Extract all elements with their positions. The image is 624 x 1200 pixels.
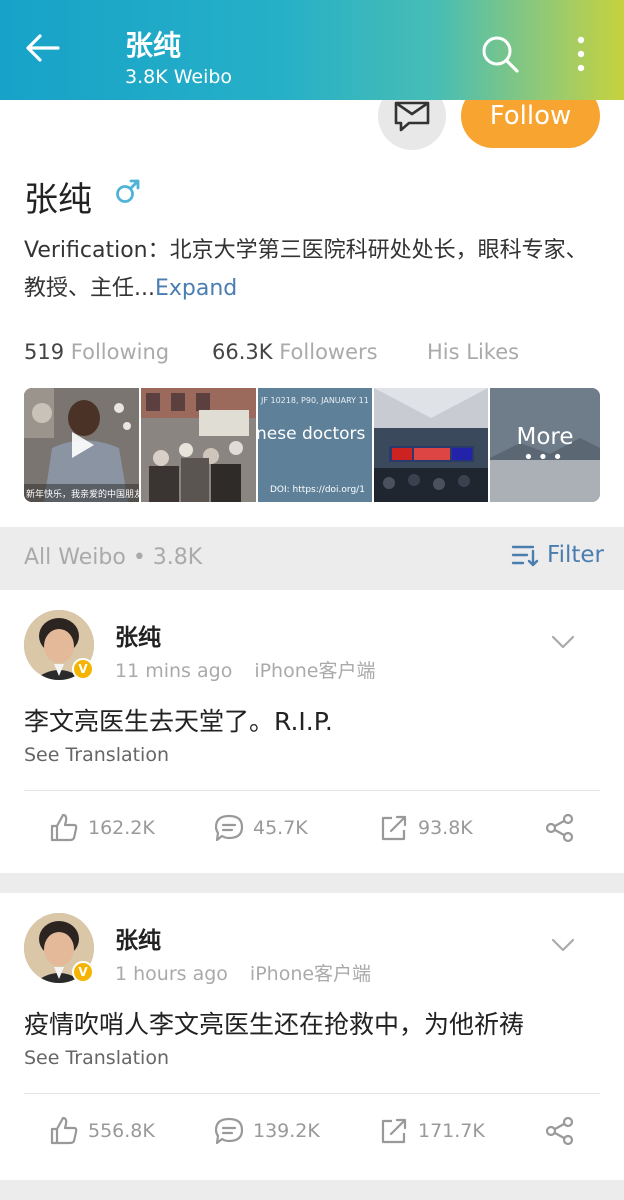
verification-text: Verification：北京大学第三医院科研处处长，眼科专家、教授、主任...… — [24, 232, 604, 308]
share-button[interactable] — [544, 1115, 576, 1147]
see-translation-link[interactable]: See Translation — [24, 744, 169, 766]
share-button[interactable] — [544, 812, 576, 844]
back-button[interactable] — [22, 28, 72, 72]
comment-icon — [214, 1117, 244, 1145]
more-options-button[interactable] — [566, 32, 596, 76]
photo-thumbnail-more[interactable]: More ••• — [490, 388, 600, 502]
thumbs-up-icon — [50, 1116, 78, 1145]
post-source: iPhone客户端 — [249, 963, 372, 985]
following-label: Following — [70, 340, 170, 364]
video-subtitle: 新年快乐，我亲爱的中国朋友们 — [26, 490, 139, 500]
post-actions: 162.2K 45.7K 93.8K — [0, 812, 624, 852]
search-icon — [482, 36, 519, 73]
following-count: 519 — [24, 340, 65, 364]
photo-thumbnail-crowd[interactable] — [141, 388, 256, 502]
share-icon — [545, 813, 574, 843]
app-header: 张纯 3.8K Weibo — [0, 0, 624, 100]
verified-badge-icon: V — [72, 961, 94, 983]
photo-thumbnail-station[interactable] — [374, 388, 488, 502]
header-username: 张纯 — [125, 29, 182, 62]
section-title: All Weibo • 3.8K — [24, 545, 202, 570]
weibo-post[interactable]: V 张纯 11 mins ago iPhone客户端 李文亮医生去天堂了。R.I.… — [0, 590, 624, 873]
expand-link[interactable]: Expand — [155, 276, 237, 301]
post-separator — [0, 873, 624, 893]
more-dots-icon: ••• — [523, 447, 567, 468]
followers-stat[interactable]: 66.3K Followers — [212, 340, 378, 364]
post-meta: 11 mins ago iPhone客户端 — [115, 656, 375, 683]
like-button[interactable]: 162.2K — [48, 812, 155, 844]
weibo-profile-page: 张纯 3.8K Weibo Follow 张纯 Verification：北京大… — [0, 0, 624, 1200]
post-separator — [0, 1180, 624, 1200]
section-count: 3.8K — [152, 545, 203, 570]
comment-button[interactable]: 45.7K — [213, 812, 308, 844]
repost-count: 93.8K — [418, 817, 473, 839]
like-count: 162.2K — [88, 817, 155, 839]
kebab-menu-icon — [577, 36, 585, 72]
photo-strip: 新年快乐，我亲爱的中国朋友们 JF 10 — [24, 388, 600, 502]
photo-thumbnail-article[interactable]: JF 10218, P90, JANUARY 11 nese doctors D… — [258, 388, 372, 502]
section-separator: • — [132, 545, 153, 570]
message-icon — [394, 101, 430, 132]
article-doi: DOI: https://doi.org/1 — [270, 485, 365, 495]
repost-icon — [381, 815, 407, 841]
post-text: 李文亮医生去天堂了。R.I.P. — [24, 707, 333, 736]
likes-stat[interactable]: His Likes — [427, 340, 519, 364]
chevron-down-icon[interactable] — [550, 632, 576, 652]
crowd-photo-image — [141, 388, 256, 502]
comment-count: 139.2K — [253, 1120, 320, 1142]
post-meta: 1 hours ago iPhone客户端 — [115, 959, 371, 986]
followers-count: 66.3K — [212, 340, 273, 364]
share-icon — [545, 1116, 574, 1146]
photo-thumbnail-video[interactable]: 新年快乐，我亲爱的中国朋友们 — [24, 388, 139, 502]
see-translation-link[interactable]: See Translation — [24, 1047, 169, 1069]
article-header-text: JF 10218, P90, JANUARY 11 — [261, 396, 369, 405]
comment-button[interactable]: 139.2K — [213, 1115, 320, 1147]
post-time: 1 hours ago — [115, 963, 228, 985]
likes-label: His Likes — [427, 340, 520, 364]
post-divider — [24, 790, 600, 791]
station-photo-image — [374, 388, 488, 502]
post-author[interactable]: 张纯 — [115, 618, 161, 652]
comment-icon — [214, 814, 244, 842]
repost-icon — [381, 1118, 407, 1144]
post-actions: 556.8K 139.2K 171.7K — [0, 1115, 624, 1155]
header-weibo-count: 3.8K Weibo — [125, 66, 233, 88]
repost-button[interactable]: 171.7K — [378, 1115, 485, 1147]
repost-button[interactable]: 93.8K — [378, 812, 473, 844]
profile-stats: 519 Following 66.3K Followers His Likes — [24, 340, 604, 368]
chevron-down-icon[interactable] — [550, 935, 576, 955]
post-text: 疫情吹哨人李文亮医生还在抢救中，为他祈祷 — [24, 1010, 525, 1039]
like-button[interactable]: 556.8K — [48, 1115, 155, 1147]
post-source: iPhone客户端 — [254, 660, 376, 682]
article-caption: nese doctors — [258, 424, 366, 444]
post-author[interactable]: 张纯 — [115, 921, 161, 955]
section-label: All Weibo — [24, 545, 126, 570]
thumbs-up-icon — [50, 813, 78, 842]
profile-name: 张纯 — [24, 180, 92, 220]
filter-label: Filter — [547, 542, 604, 568]
male-gender-icon — [116, 179, 140, 203]
filter-icon — [511, 545, 539, 567]
more-photos-overlay: More ••• — [490, 388, 600, 502]
post-divider — [24, 1093, 600, 1094]
all-weibo-bar: All Weibo • 3.8K Filter — [0, 527, 624, 590]
followers-label: Followers — [279, 340, 378, 364]
verified-badge-icon: V — [72, 658, 94, 680]
post-time: 11 mins ago — [115, 660, 233, 682]
following-stat[interactable]: 519 Following — [24, 340, 169, 364]
verification-content: Verification：北京大学第三医院科研处处长，眼科专家、教授、主任... — [24, 238, 588, 301]
weibo-post[interactable]: V 张纯 1 hours ago iPhone客户端 疫情吹哨人李文亮医生还在抢救… — [0, 893, 624, 1180]
video-thumbnail-image — [24, 388, 139, 502]
like-count: 556.8K — [88, 1120, 155, 1142]
search-button[interactable] — [478, 32, 522, 76]
repost-count: 171.7K — [418, 1120, 485, 1142]
comment-count: 45.7K — [253, 817, 308, 839]
back-arrow-icon — [26, 34, 60, 62]
filter-button[interactable]: Filter — [511, 542, 604, 568]
